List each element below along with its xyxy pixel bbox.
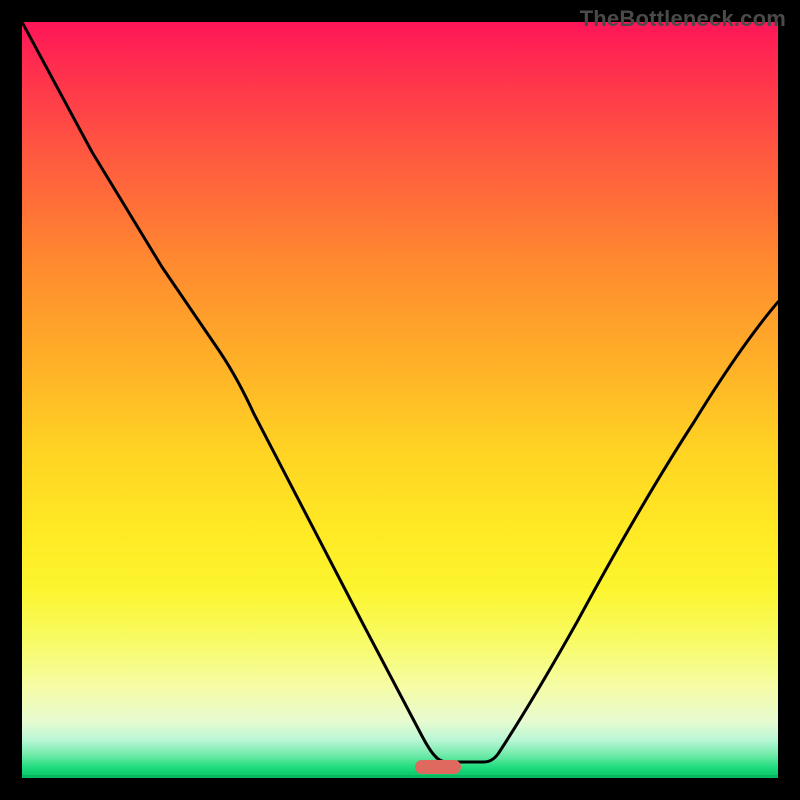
optimal-range-marker — [415, 760, 461, 774]
plot-area — [22, 22, 778, 778]
chart-frame: TheBottleneck.com — [0, 0, 800, 800]
bottleneck-curve-path — [22, 22, 778, 762]
watermark-text: TheBottleneck.com — [580, 6, 786, 32]
bottleneck-curve — [22, 22, 778, 778]
